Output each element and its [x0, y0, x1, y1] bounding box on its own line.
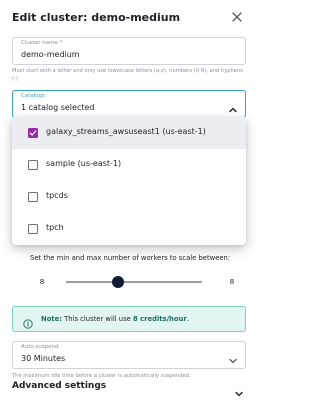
slider-thumb[interactable]	[112, 276, 124, 288]
note-body: This cluster will use	[61, 315, 133, 323]
catalog-option-label: tpch	[46, 223, 64, 232]
cluster-name-hint: Must start with a letter and only use lo…	[12, 68, 243, 82]
cluster-name-field[interactable]: Cluster name *	[12, 37, 246, 65]
catalog-option-tpcds[interactable]: tpcds	[12, 181, 246, 213]
slider-track[interactable]	[66, 281, 202, 283]
credits-note: Note: This cluster will use 8 credits/ho…	[12, 306, 246, 332]
close-icon[interactable]	[229, 9, 245, 25]
note-text: Note: This cluster will use 8 credits/ho…	[41, 315, 189, 323]
catalog-option-galaxy-streams[interactable]: galaxy_streams_awsuseast1 (us-east-1)	[12, 117, 246, 149]
auto-suspend-value: 30 Minutes	[21, 354, 66, 363]
dialog-title: Edit cluster: demo-medium	[12, 11, 181, 24]
catalog-option-label: galaxy_streams_awsuseast1 (us-east-1)	[46, 127, 206, 136]
chevron-up-icon	[228, 100, 238, 113]
note-suffix: .	[186, 315, 189, 323]
scaling-description: Set the min and max number of workers to…	[30, 254, 231, 262]
catalogs-value: 1 catalog selected	[21, 103, 95, 112]
min-workers-input[interactable]	[28, 272, 56, 292]
auto-suspend-select[interactable]: Auto suspend 30 Minutes	[12, 341, 246, 369]
max-workers-input[interactable]	[218, 272, 246, 292]
catalog-option-label: tpcds	[46, 191, 68, 200]
advanced-settings-label: Advanced settings	[12, 381, 107, 391]
catalogs-select[interactable]: Catalogs 1 catalog selected	[12, 90, 246, 118]
cluster-name-input[interactable]	[21, 50, 231, 59]
checkbox-checked[interactable]	[28, 128, 38, 138]
note-credits: 8 credits/hour	[133, 315, 187, 323]
dialog-header: Edit cluster: demo-medium	[0, 0, 254, 34]
note-prefix: Note:	[41, 315, 62, 323]
checkbox[interactable]	[28, 160, 38, 170]
catalog-option-label: sample (us-east-1)	[46, 159, 122, 168]
auto-suspend-label: Auto suspend	[21, 344, 59, 350]
check-icon	[29, 130, 37, 136]
chevron-down-icon	[234, 384, 244, 397]
auto-suspend-hint: The maximum idle time before a cluster i…	[12, 373, 191, 379]
cluster-name-label: Cluster name *	[21, 40, 63, 46]
advanced-settings-toggle[interactable]: Advanced settings	[12, 381, 246, 397]
info-icon	[23, 314, 33, 329]
checkbox[interactable]	[28, 224, 38, 234]
chevron-down-icon	[228, 351, 238, 364]
catalogs-label: Catalogs	[21, 93, 45, 99]
catalog-option-sample[interactable]: sample (us-east-1)	[12, 149, 246, 181]
checkbox[interactable]	[28, 192, 38, 202]
catalog-option-tpch[interactable]: tpch	[12, 213, 246, 245]
catalogs-dropdown: galaxy_streams_awsuseast1 (us-east-1) sa…	[12, 117, 246, 245]
